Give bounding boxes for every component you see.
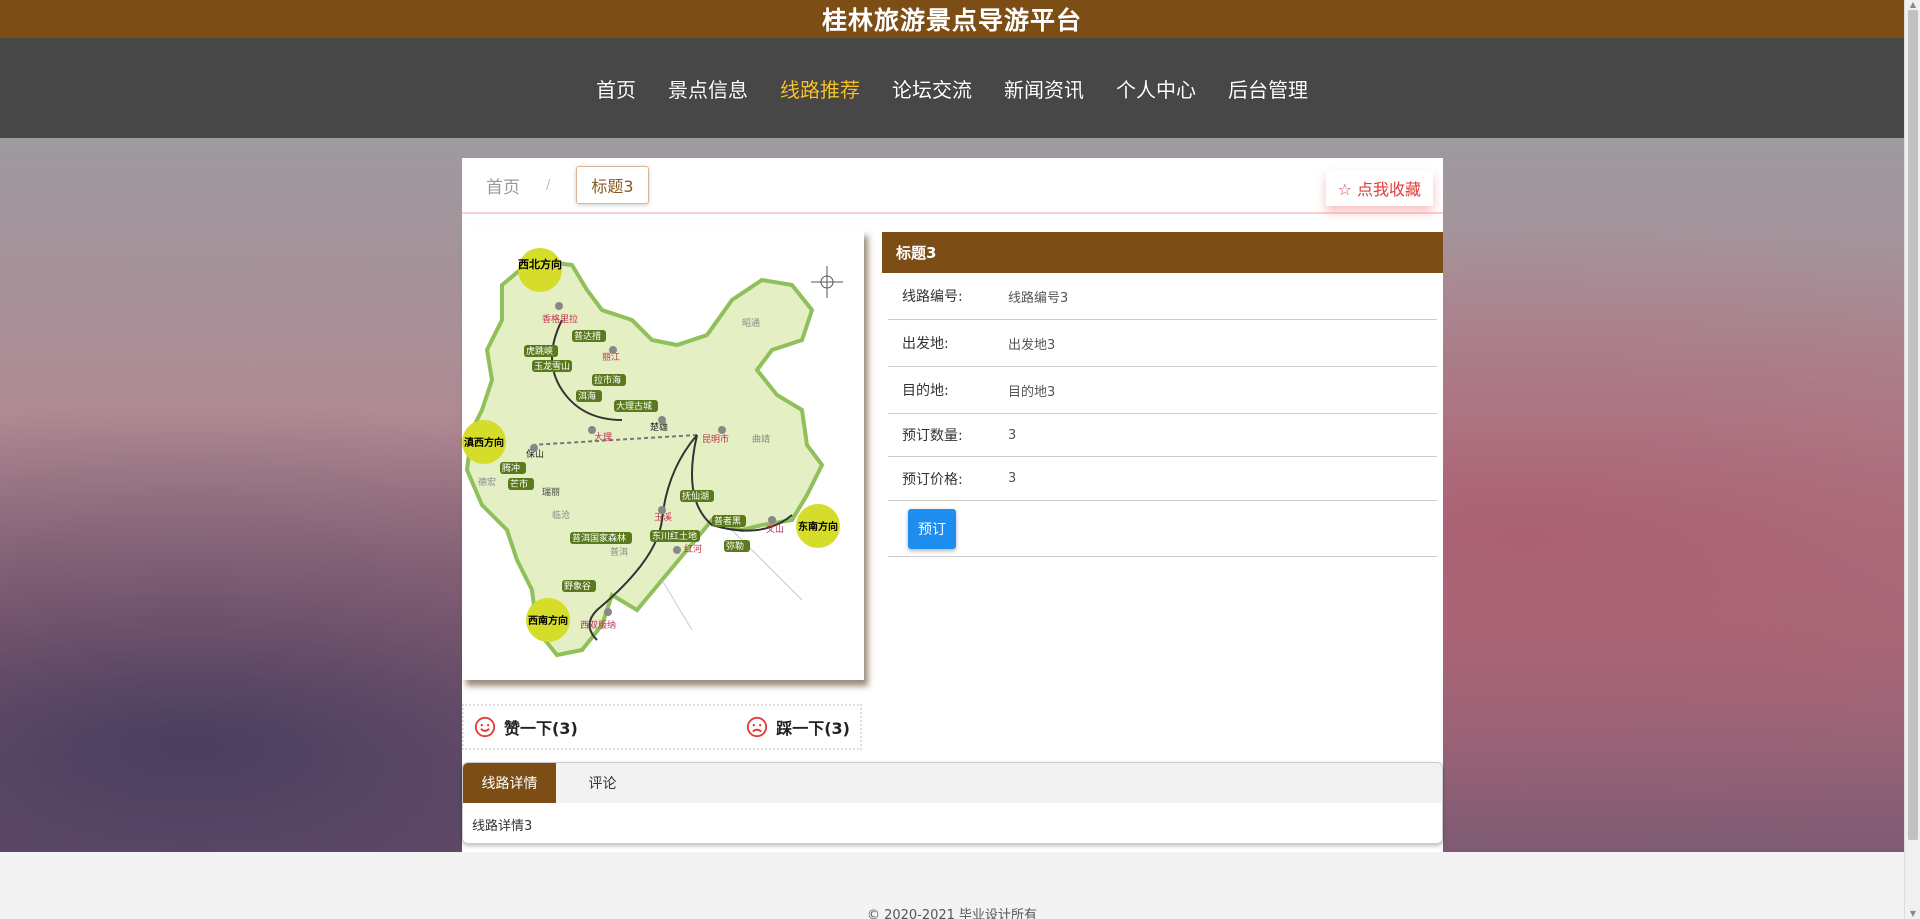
breadcrumb: 首页 / 标题3 ☆ 点我收藏 bbox=[462, 158, 1443, 214]
nav-item-routes[interactable]: 线路推荐 bbox=[770, 70, 870, 107]
scroll-up-arrow-icon[interactable]: ▲ bbox=[1908, 1, 1918, 9]
map-place-label: 临沧 bbox=[552, 509, 570, 521]
nav-item-news[interactable]: 新闻资讯 bbox=[994, 70, 1094, 107]
map-place-label: 弥勒 bbox=[726, 540, 744, 552]
region-label-southeast: 东南方向 bbox=[798, 520, 838, 533]
like-button[interactable]: 赞一下(3) bbox=[474, 715, 578, 739]
map-place-label: 洱海 bbox=[578, 390, 596, 402]
detail-tabs: 线路详情 评论 线路详情3 bbox=[462, 762, 1443, 844]
breadcrumb-separator: / bbox=[546, 177, 551, 193]
info-row-actions: 预订 bbox=[888, 501, 1437, 557]
map-place-label: 腾冲 bbox=[502, 462, 520, 474]
smile-icon bbox=[474, 716, 496, 738]
like-label: 赞一下(3) bbox=[504, 719, 578, 738]
map-place-label: 芒市 bbox=[510, 478, 528, 490]
map-place-label: 大理 bbox=[594, 431, 612, 443]
nav-item-attractions[interactable]: 景点信息 bbox=[658, 70, 758, 107]
scrollbar-thumb[interactable] bbox=[1908, 10, 1918, 840]
nav-item-admin[interactable]: 后台管理 bbox=[1218, 70, 1318, 107]
region-label-northwest: 西北方向 bbox=[518, 257, 562, 271]
tab-route-details[interactable]: 线路详情 bbox=[463, 763, 556, 803]
map-place-label: 野象谷 bbox=[564, 580, 591, 592]
map-place-label: 德宏 bbox=[478, 476, 496, 488]
map-place-label: 楚雄 bbox=[650, 421, 668, 433]
info-key: 目的地: bbox=[902, 383, 949, 399]
main-nav: 首页 景点信息 线路推荐 论坛交流 新闻资讯 个人中心 后台管理 bbox=[0, 38, 1904, 138]
info-value: 出发地3 bbox=[1008, 337, 1056, 353]
info-value: 3 bbox=[1008, 427, 1017, 443]
page-scrollbar[interactable]: ▲ ▼ bbox=[1904, 0, 1920, 919]
nav-list: 首页 景点信息 线路推荐 论坛交流 新闻资讯 个人中心 后台管理 bbox=[586, 70, 1318, 107]
footer: © 2020-2021 毕业设计所有 bbox=[0, 862, 1904, 919]
nav-item-profile[interactable]: 个人中心 bbox=[1106, 70, 1206, 107]
breadcrumb-home[interactable]: 首页 bbox=[486, 173, 520, 198]
yunnan-map-graphic: 西北方向 滇西方向 东南方向 西南方向 香格里拉 普达措 虎跳峡 玉龙雪山 丽江… bbox=[462, 230, 864, 680]
route-detail-panel: 首页 / 标题3 ☆ 点我收藏 西北方向 滇西方向 东南方向 西南方向 香格里拉… bbox=[462, 158, 1443, 852]
map-place-label: 文山 bbox=[766, 523, 784, 535]
info-row-destination: 目的地: 目的地3 bbox=[888, 367, 1437, 414]
vote-bar: 赞一下(3) 踩一下(3) bbox=[462, 704, 862, 750]
tab-bar: 线路详情 评论 bbox=[463, 763, 1442, 803]
info-value: 3 bbox=[1008, 471, 1017, 486]
map-place-label: 普洱 bbox=[610, 546, 628, 558]
map-place-label: 拉市海 bbox=[594, 374, 621, 386]
site-title: 桂林旅游景点导游平台 bbox=[821, 6, 1082, 35]
info-row-quantity: 预订数量: 3 bbox=[888, 414, 1437, 457]
route-info-title: 标题3 bbox=[882, 232, 1443, 273]
dislike-button[interactable]: 踩一下(3) bbox=[746, 715, 850, 739]
region-label-southwest: 西南方向 bbox=[528, 614, 568, 627]
frown-icon bbox=[747, 716, 768, 738]
info-row-departure: 出发地: 出发地3 bbox=[888, 320, 1437, 367]
info-row-route-code: 线路编号: 线路编号3 bbox=[888, 273, 1437, 320]
map-place-label: 普者黑 bbox=[714, 515, 741, 527]
copyright-text: © 2020-2021 毕业设计所有 bbox=[866, 908, 1038, 919]
nav-item-forum[interactable]: 论坛交流 bbox=[882, 70, 982, 107]
map-place-label: 东川红土地 bbox=[652, 530, 697, 542]
dislike-label: 踩一下(3) bbox=[776, 719, 850, 738]
map-place-label: 虎跳峡 bbox=[526, 345, 553, 357]
info-row-price: 预订价格: 3 bbox=[888, 457, 1437, 501]
map-place-label: 昭通 bbox=[742, 318, 760, 329]
map-place-label: 昆明市 bbox=[702, 433, 729, 445]
map-place-label: 丽江 bbox=[602, 352, 620, 363]
info-key: 预订数量: bbox=[902, 428, 963, 444]
info-value: 线路编号3 bbox=[1008, 290, 1069, 306]
info-value: 目的地3 bbox=[1008, 384, 1056, 400]
map-place-label: 玉龙雪山 bbox=[534, 360, 570, 372]
map-place-label: 大理古城 bbox=[616, 400, 652, 412]
info-key: 出发地: bbox=[902, 336, 949, 352]
map-place-label: 瑞丽 bbox=[542, 486, 560, 498]
scroll-down-arrow-icon[interactable]: ▼ bbox=[1908, 910, 1918, 918]
favorite-button[interactable]: ☆ 点我收藏 bbox=[1325, 170, 1433, 206]
top-header-bar: 桂林旅游景点导游平台 bbox=[0, 0, 1904, 38]
tab-comments[interactable]: 评论 bbox=[556, 763, 649, 803]
map-place-label: 曲靖 bbox=[752, 433, 770, 445]
map-place-label: 西双版纳 bbox=[580, 619, 616, 631]
region-label-west: 滇西方向 bbox=[464, 436, 504, 449]
route-map-image: 西北方向 滇西方向 东南方向 西南方向 香格里拉 普达措 虎跳峡 玉龙雪山 丽江… bbox=[462, 230, 864, 680]
route-info-table: 标题3 线路编号: 线路编号3 出发地: 出发地3 目的地: 目的地3 预订数量… bbox=[882, 232, 1443, 557]
map-place-label: 普洱国家森林 bbox=[572, 532, 626, 544]
map-place-label: 普达措 bbox=[574, 330, 601, 342]
nav-item-home[interactable]: 首页 bbox=[586, 70, 646, 107]
info-key: 预订价格: bbox=[902, 471, 963, 488]
map-place-label: 红河 bbox=[684, 543, 702, 555]
breadcrumb-current: 标题3 bbox=[576, 166, 649, 204]
tab-content: 线路详情3 bbox=[472, 819, 533, 834]
info-key: 线路编号: bbox=[902, 289, 963, 305]
book-button[interactable]: 预订 bbox=[908, 508, 956, 549]
map-place-label: 香格里拉 bbox=[542, 313, 578, 325]
map-place-label: 抚仙湖 bbox=[682, 490, 709, 502]
